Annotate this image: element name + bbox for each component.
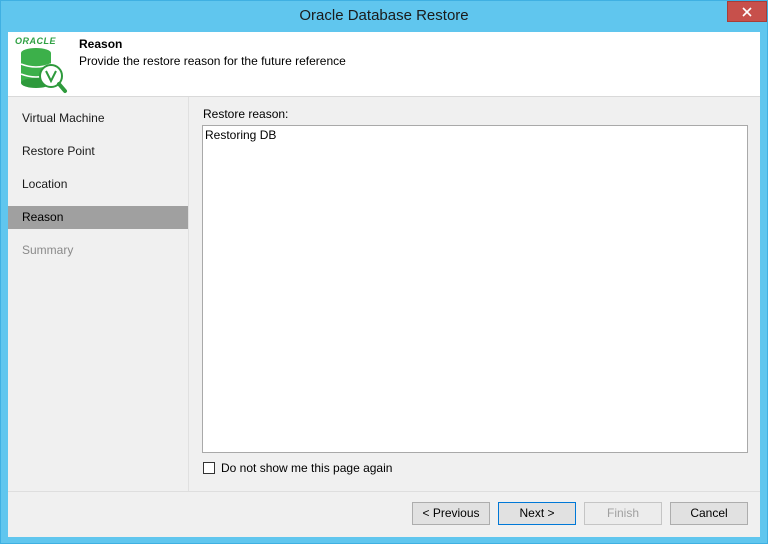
close-icon [742,6,752,17]
step-restore-point[interactable]: Restore Point [8,140,188,163]
do-not-show-again-option[interactable]: Do not show me this page again [203,461,392,475]
restore-reason-label: Restore reason: [203,107,289,121]
step-summary: Summary [22,243,74,257]
step-subtitle: Provide the restore reason for the futur… [79,54,346,68]
close-button[interactable] [727,1,767,22]
step-title: Reason [79,37,123,51]
title-bar[interactable]: Oracle Database Restore [1,1,767,32]
wizard-steps-sidebar: Virtual Machine Restore Point Location R… [8,97,189,491]
step-virtual-machine[interactable]: Virtual Machine [8,107,188,130]
next-button[interactable]: Next > [498,502,576,525]
step-location[interactable]: Location [8,173,188,196]
restore-reason-input[interactable]: Restoring DB [202,125,748,453]
oracle-logo: ORACLE [15,36,56,46]
cancel-button[interactable]: Cancel [670,502,748,525]
reason-panel: Restore reason: Restoring DB Do not show… [189,97,760,491]
do-not-show-again-label: Do not show me this page again [221,461,393,475]
window-title: Oracle Database Restore [299,7,469,24]
wizard-header: ORACLE Reason Provide the restore reason… [8,32,760,97]
step-reason[interactable]: Reason [8,206,188,229]
previous-button[interactable]: < Previous [412,502,490,525]
wizard-footer: < Previous Next > Finish Cancel [8,491,760,537]
restore-wizard-window: Oracle Database Restore ORACLE Reason Pr… [0,0,768,544]
do-not-show-again-checkbox[interactable] [203,462,215,474]
finish-button: Finish [584,502,662,525]
database-icon [18,46,70,97]
wizard-body: ORACLE Reason Provide the restore reason… [8,32,760,537]
